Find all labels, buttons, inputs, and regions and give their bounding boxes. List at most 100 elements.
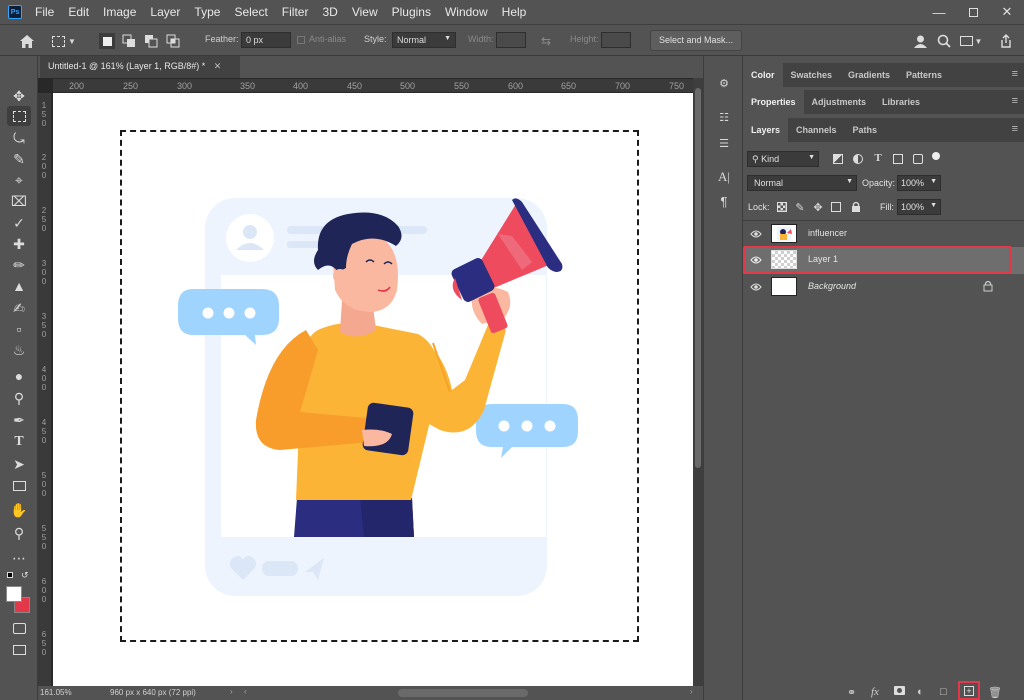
- menu-filter[interactable]: Filter: [275, 0, 316, 24]
- menu-plugins[interactable]: Plugins: [385, 0, 438, 24]
- swap-icon[interactable]: ⇆: [538, 33, 554, 49]
- status-menu-icon[interactable]: ›: [230, 687, 233, 696]
- tab-color[interactable]: Color: [743, 63, 783, 87]
- marquee-tool-icon[interactable]: [7, 106, 31, 126]
- history-panel-icon[interactable]: ⚙: [714, 74, 734, 92]
- blend-mode-select[interactable]: Normal ▼: [747, 175, 857, 191]
- zoom-level[interactable]: 161.05%: [40, 688, 72, 697]
- filter-type-icon[interactable]: T: [871, 151, 885, 165]
- lock-transparency-icon[interactable]: [775, 200, 789, 214]
- feather-input[interactable]: 0 px: [241, 32, 291, 48]
- document-tab[interactable]: Untitled-1 @ 161% (Layer 1, RGB/8#) * ✕: [40, 56, 240, 78]
- menu-image[interactable]: Image: [96, 0, 143, 24]
- magic-wand-icon[interactable]: ✎: [7, 149, 31, 169]
- tab-properties[interactable]: Properties: [743, 90, 804, 114]
- tab-channels[interactable]: Channels: [788, 118, 845, 142]
- tab-libraries[interactable]: Libraries: [874, 90, 928, 114]
- subtract-selection-icon[interactable]: [143, 33, 159, 49]
- style-select[interactable]: Normal ▼: [392, 32, 456, 48]
- menu-3d[interactable]: 3D: [315, 0, 344, 24]
- screen-mode-icon[interactable]: [7, 640, 31, 660]
- home-icon[interactable]: [18, 32, 36, 50]
- crop-tool-icon[interactable]: ⌖: [7, 170, 31, 190]
- vertical-scrollbar[interactable]: [693, 78, 703, 686]
- menu-window[interactable]: Window: [438, 0, 495, 24]
- paint-bucket-icon[interactable]: ♨: [7, 340, 31, 360]
- new-layer-button[interactable]: +: [958, 681, 980, 700]
- select-and-mask-button[interactable]: Select and Mask...: [650, 30, 743, 51]
- filter-pixel-icon[interactable]: [831, 152, 845, 166]
- restore-icon[interactable]: [956, 0, 990, 24]
- adjustments-icon[interactable]: ☰: [714, 134, 734, 152]
- rectangle-tool-icon[interactable]: [7, 476, 31, 496]
- more-tools-icon[interactable]: ⋯: [7, 548, 31, 568]
- filter-adjustment-icon[interactable]: [851, 152, 865, 166]
- folder-icon[interactable]: □: [940, 686, 947, 698]
- lasso-tool-icon[interactable]: ⤿: [7, 128, 31, 148]
- tab-layers[interactable]: Layers: [743, 118, 789, 142]
- lock-all-icon[interactable]: [849, 200, 863, 214]
- link-layers-icon[interactable]: ⚭: [847, 686, 856, 699]
- layer-row-background[interactable]: Background: [743, 274, 1024, 300]
- tab-paths[interactable]: Paths: [845, 118, 886, 142]
- new-selection-icon[interactable]: [99, 33, 115, 49]
- zoom-tool-icon[interactable]: ⚲: [7, 523, 31, 543]
- menu-help[interactable]: Help: [495, 0, 534, 24]
- tab-gradients[interactable]: Gradients: [840, 63, 898, 87]
- filter-toggle[interactable]: [932, 152, 940, 160]
- antialias-checkbox[interactable]: [297, 36, 305, 44]
- add-mask-icon[interactable]: [894, 686, 905, 698]
- adjustment-layer-icon[interactable]: ◐: [917, 686, 924, 698]
- opacity-input[interactable]: 100% ▼: [897, 175, 941, 191]
- type-tool-icon[interactable]: T: [7, 432, 31, 452]
- brush-tool-icon[interactable]: ✏: [7, 255, 31, 275]
- panel-menu-icon[interactable]: ≡: [1012, 95, 1018, 107]
- menu-layer[interactable]: Layer: [143, 0, 187, 24]
- panel-menu-icon[interactable]: ≡: [1012, 123, 1018, 135]
- intersect-selection-icon[interactable]: [165, 33, 181, 49]
- default-colors-icon[interactable]: ↺: [7, 570, 31, 582]
- lock-artboard-icon[interactable]: [829, 200, 843, 214]
- tab-close-icon[interactable]: ✕: [214, 61, 222, 71]
- tab-adjustments[interactable]: Adjustments: [804, 90, 875, 114]
- marquee-preset-icon[interactable]: ▼: [52, 33, 76, 49]
- eye-icon[interactable]: [749, 280, 763, 294]
- horizontal-scroll-thumb[interactable]: [398, 689, 528, 697]
- width-input[interactable]: [496, 32, 526, 48]
- menu-file[interactable]: File: [28, 0, 61, 24]
- scroll-right-icon[interactable]: ›: [690, 687, 693, 696]
- fx-icon[interactable]: fx: [871, 686, 879, 698]
- layer-filter-select[interactable]: ⚲ Kind ▼: [747, 151, 819, 167]
- move-tool-icon[interactable]: ✥: [7, 86, 31, 106]
- search-icon[interactable]: [935, 32, 953, 50]
- healing-brush-icon[interactable]: ✚: [7, 234, 31, 254]
- eraser-icon[interactable]: ▫: [7, 319, 31, 339]
- eye-icon[interactable]: [749, 227, 763, 241]
- eyedropper-icon[interactable]: ✓: [7, 213, 31, 233]
- scroll-left-icon[interactable]: ‹: [244, 687, 247, 696]
- share-icon[interactable]: [911, 32, 929, 50]
- lock-pixels-icon[interactable]: ✎: [793, 200, 807, 214]
- menu-type[interactable]: Type: [187, 0, 227, 24]
- close-icon[interactable]: ✕: [990, 0, 1024, 24]
- filter-smart-object-icon[interactable]: [911, 152, 925, 166]
- add-selection-icon[interactable]: [121, 33, 137, 49]
- export-icon[interactable]: [997, 32, 1015, 50]
- paragraph-panel-icon[interactable]: ¶: [714, 192, 734, 210]
- fill-input[interactable]: 100% ▼: [897, 199, 941, 215]
- menu-view[interactable]: View: [345, 0, 385, 24]
- stamp-tool-icon[interactable]: ▲: [7, 276, 31, 296]
- blur-tool-icon[interactable]: ●: [7, 366, 31, 386]
- frame-tool-icon[interactable]: ⌧: [7, 191, 31, 211]
- path-selection-icon[interactable]: ➤: [7, 454, 31, 474]
- quick-mask-icon[interactable]: [7, 618, 31, 638]
- pen-tool-icon[interactable]: ✒: [7, 410, 31, 430]
- menu-edit[interactable]: Edit: [61, 0, 96, 24]
- scroll-thumb[interactable]: [695, 88, 701, 468]
- layer-row-influencer[interactable]: influencer: [743, 221, 1024, 247]
- menu-select[interactable]: Select: [227, 0, 274, 24]
- character-panel-icon[interactable]: A|: [714, 168, 734, 186]
- workspace-icon[interactable]: ▼: [958, 32, 984, 50]
- filter-shape-icon[interactable]: [891, 152, 905, 166]
- tab-patterns[interactable]: Patterns: [898, 63, 950, 87]
